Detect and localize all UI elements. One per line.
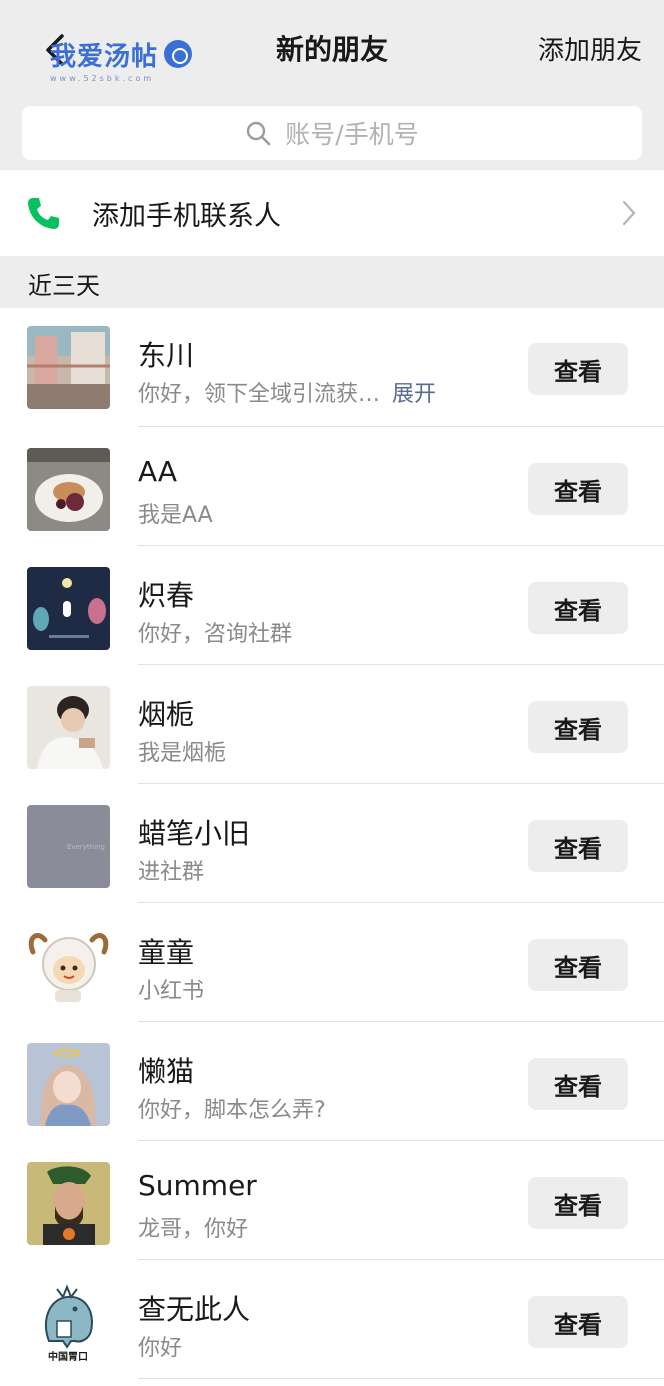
- avatar[interactable]: 中国胃口: [27, 1281, 110, 1364]
- friend-name: 懒猫: [138, 1055, 195, 1088]
- avatar-caption: Everything: [67, 843, 105, 851]
- friend-request-row[interactable]: 炽春 你好，咨询社群 查看: [0, 546, 664, 665]
- view-button[interactable]: 查看: [528, 1058, 628, 1110]
- expand-link[interactable]: 展开: [392, 382, 436, 407]
- add-phone-contacts-item[interactable]: 添加手机联系人: [0, 170, 664, 256]
- friend-message: 进社群: [138, 860, 205, 885]
- section-label-recent: 近三天: [28, 272, 100, 300]
- friend-message: 你好，领下全域引流获… 展开: [138, 376, 436, 408]
- top-bar: 我爱汤帖 www.52sbk.com 新的朋友 添加朋友 账号/手机号: [0, 0, 664, 170]
- friend-name: AA: [138, 455, 178, 488]
- avatar-caption: 中国胃口: [48, 1350, 88, 1363]
- friend-message: 我是AA: [138, 503, 213, 528]
- view-button[interactable]: 查看: [528, 343, 628, 395]
- friend-request-row[interactable]: 烟栀 我是烟栀 查看: [0, 665, 664, 784]
- friend-message: 我是烟栀: [138, 741, 227, 766]
- friend-request-row[interactable]: AA 我是AA 查看: [0, 427, 664, 546]
- friend-request-row[interactable]: Summer 龙哥，你好 查看: [0, 1141, 664, 1260]
- friend-name: 炽春: [138, 579, 195, 612]
- divider: [138, 1378, 664, 1379]
- add-friend-button[interactable]: 添加朋友: [538, 30, 642, 67]
- friend-name: 童童: [138, 936, 195, 969]
- friend-message: 你好: [138, 1336, 183, 1361]
- view-button[interactable]: 查看: [528, 1296, 628, 1348]
- search-placeholder: 账号/手机号: [285, 120, 419, 149]
- view-button[interactable]: 查看: [528, 939, 628, 991]
- friend-request-row[interactable]: Everything 蜡笔小旧 进社群 查看: [0, 784, 664, 903]
- section-header: 近三天: [0, 256, 664, 308]
- friend-message: 小红书: [138, 979, 205, 1004]
- friend-message-text: 你好，领下全域引流获…: [138, 382, 381, 407]
- watermark-subtext: www.52sbk.com: [50, 74, 155, 83]
- friend-name: 东川: [138, 339, 195, 372]
- avatar[interactable]: [27, 686, 110, 769]
- avatar[interactable]: [27, 924, 110, 1007]
- friend-request-row[interactable]: 童童 小红书 查看: [0, 903, 664, 1022]
- friend-name: 查无此人: [138, 1293, 251, 1326]
- search-input[interactable]: 账号/手机号: [22, 106, 642, 160]
- friend-request-row[interactable]: 东川 你好，领下全域引流获… 展开 查看: [0, 308, 664, 427]
- avatar[interactable]: [27, 567, 110, 650]
- avatar[interactable]: [27, 448, 110, 531]
- friend-request-row[interactable]: 懒猫 你好，脚本怎么弄? 查看: [0, 1022, 664, 1141]
- avatar[interactable]: [27, 1043, 110, 1126]
- friend-request-row[interactable]: 中国胃口 查无此人 你好 查看: [0, 1260, 664, 1379]
- add-phone-contacts-label: 添加手机联系人: [92, 201, 281, 232]
- friend-message: 你好，脚本怎么弄?: [138, 1098, 326, 1123]
- friend-message: 你好，咨询社群: [138, 622, 293, 647]
- avatar[interactable]: [27, 1162, 110, 1245]
- view-button[interactable]: 查看: [528, 1177, 628, 1229]
- chevron-right-icon: [622, 200, 636, 226]
- friend-name: 蜡笔小旧: [138, 817, 251, 850]
- search-icon: [247, 121, 271, 146]
- friend-name: Summer: [138, 1169, 257, 1202]
- view-button[interactable]: 查看: [528, 582, 628, 634]
- friend-message: 龙哥，你好: [138, 1217, 249, 1242]
- view-button[interactable]: 查看: [528, 701, 628, 753]
- avatar[interactable]: [27, 326, 110, 409]
- view-button[interactable]: 查看: [528, 463, 628, 515]
- phone-icon: [28, 198, 59, 229]
- view-button[interactable]: 查看: [528, 820, 628, 872]
- friend-name: 烟栀: [138, 698, 195, 731]
- avatar[interactable]: Everything: [27, 805, 110, 888]
